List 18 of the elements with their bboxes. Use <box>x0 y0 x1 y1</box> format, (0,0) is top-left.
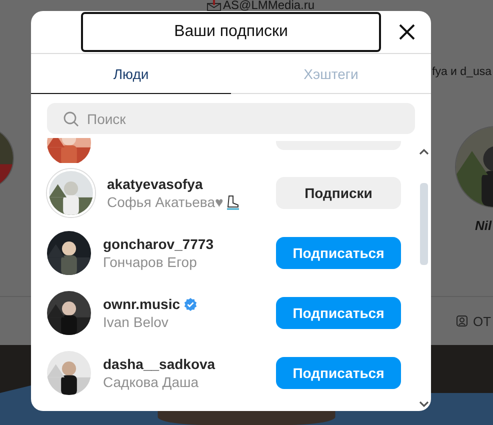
following-button[interactable]: Подписки <box>276 177 401 209</box>
dialog-title: Ваши подписки <box>81 12 381 52</box>
full-name: Гончаров Егор <box>103 254 197 270</box>
search-icon <box>63 110 79 126</box>
scroll-up-icon[interactable] <box>419 148 429 155</box>
username[interactable]: ownr.music <box>103 296 180 312</box>
profile-name: Nil <box>474 218 492 233</box>
envelope-icon <box>207 0 221 11</box>
username[interactable]: akatyevasofya <box>107 176 203 192</box>
full-name: Ivan Belov <box>103 314 168 330</box>
tagged-icon <box>456 315 468 327</box>
scrollbar-thumb[interactable] <box>420 183 428 265</box>
mutual-followers-text: fya и d_usa <box>432 66 492 78</box>
username[interactable]: goncharov_7773 <box>103 236 214 252</box>
tab[interactable]: Люди <box>31 54 231 94</box>
email-text: AS@LMMedia.ru <box>223 0 315 11</box>
close-button[interactable] <box>397 22 417 42</box>
full-name: Софья Акатьева♥ <box>107 194 224 210</box>
